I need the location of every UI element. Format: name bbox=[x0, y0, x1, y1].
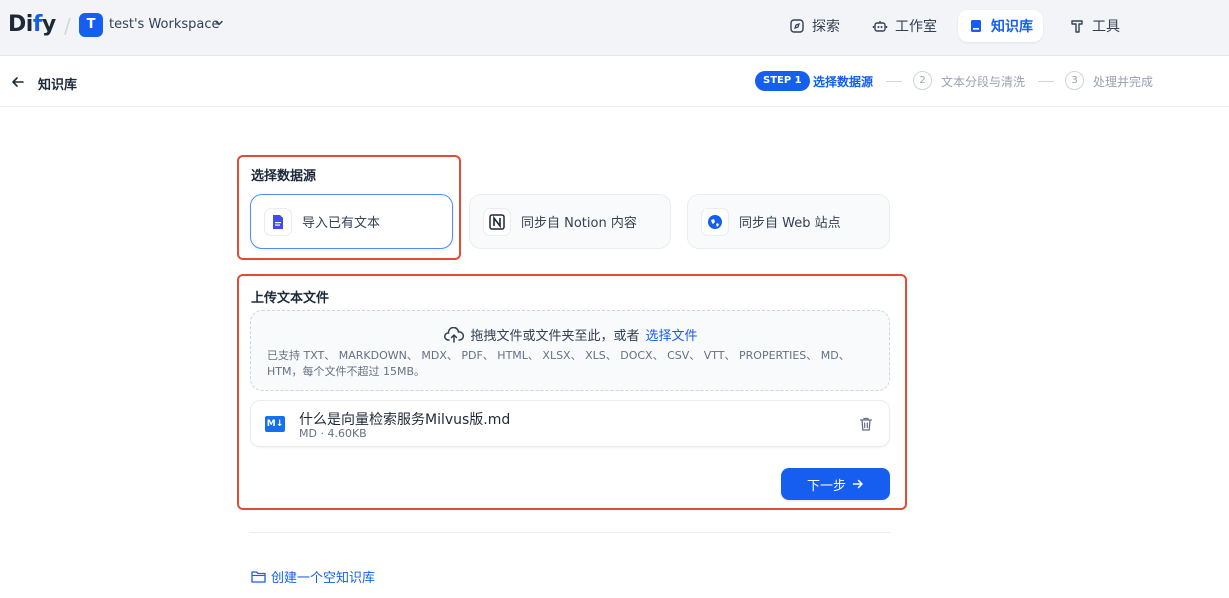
globe-icon bbox=[701, 207, 729, 236]
select-file-link[interactable]: 选择文件 bbox=[646, 325, 698, 344]
nav-explore-label: 探索 bbox=[812, 19, 840, 35]
drop-text: 拖拽文件或文件夹至此，或者 bbox=[470, 329, 640, 344]
section-divider bbox=[250, 532, 890, 533]
workspace-avatar[interactable]: T bbox=[79, 13, 103, 37]
step-2-number: 2 bbox=[913, 71, 932, 90]
file-text-icon bbox=[264, 207, 292, 236]
step-connector bbox=[886, 81, 902, 82]
step-connector bbox=[1038, 81, 1054, 82]
top-navigation-bar: Dify / T test's Workspace 探索 工作室 知识库 工具 bbox=[0, 0, 1229, 56]
step-1-badge: STEP 1 bbox=[755, 71, 810, 91]
nav-knowledge-label: 知识库 bbox=[991, 19, 1033, 35]
cloud-upload-icon bbox=[444, 326, 465, 343]
compass-icon bbox=[790, 19, 804, 33]
hammer-icon bbox=[1071, 20, 1083, 33]
datasource-option-file-label: 导入已有文本 bbox=[302, 216, 381, 231]
step-1-label: 选择数据源 bbox=[813, 75, 874, 89]
nav-studio[interactable]: 工作室 bbox=[862, 10, 947, 42]
book-icon bbox=[971, 20, 981, 32]
nav-knowledge[interactable]: 知识库 bbox=[958, 10, 1043, 42]
datasource-option-file[interactable]: 导入已有文本 bbox=[250, 194, 453, 249]
workspace-name[interactable]: test's Workspace bbox=[109, 17, 220, 32]
create-empty-dataset-label: 创建一个空知识库 bbox=[271, 571, 376, 586]
step-2-label: 文本分段与清洗 bbox=[941, 75, 1026, 89]
step-3-label: 处理并完成 bbox=[1093, 75, 1154, 89]
uploaded-file-item[interactable]: M↓ 什么是向量检索服务Milvus版.md MD · 4.60KB bbox=[250, 400, 890, 447]
datasource-option-web-label: 同步自 Web 站点 bbox=[739, 216, 841, 231]
arrow-right-icon bbox=[852, 479, 863, 489]
datasource-option-notion-label: 同步自 Notion 内容 bbox=[521, 216, 637, 231]
trash-icon[interactable] bbox=[858, 416, 874, 432]
nav-tools[interactable]: 工具 bbox=[1059, 10, 1130, 42]
file-meta: MD · 4.60KB bbox=[299, 427, 367, 440]
robot-icon bbox=[872, 21, 888, 32]
next-step-label: 下一步 bbox=[806, 478, 846, 494]
supported-formats-text: 已支持 TXT、 MARKDOWN、 MDX、 PDF、 HTML、 XLSX、… bbox=[267, 349, 850, 378]
datasource-option-notion[interactable]: 同步自 Notion 内容 bbox=[469, 194, 671, 249]
divider-slash: / bbox=[64, 14, 71, 38]
back-label[interactable]: 知识库 bbox=[38, 74, 77, 93]
datasource-option-web[interactable]: 同步自 Web 站点 bbox=[687, 194, 890, 249]
nav-explore[interactable]: 探索 bbox=[779, 10, 850, 42]
file-drop-zone[interactable]: 拖拽文件或文件夹至此，或者 选择文件 已支持 TXT、 MARKDOWN、 MD… bbox=[250, 310, 890, 391]
drop-instructions: 拖拽文件或文件夹至此，或者 选择文件 bbox=[251, 325, 891, 344]
create-dataset-header: 知识库 STEP 1 选择数据源 2 文本分段与清洗 3 处理并完成 bbox=[0, 57, 1229, 107]
nav-studio-label: 工作室 bbox=[895, 19, 937, 35]
file-name: 什么是向量检索服务Milvus版.md bbox=[299, 412, 511, 428]
notion-icon bbox=[483, 207, 511, 236]
chevron-down-icon[interactable] bbox=[214, 18, 224, 28]
back-arrow-icon[interactable] bbox=[11, 75, 25, 89]
nav-tools-label: 工具 bbox=[1092, 19, 1120, 35]
step-3-number: 3 bbox=[1065, 71, 1084, 90]
markdown-file-icon: M↓ bbox=[265, 416, 285, 432]
upload-title: 上传文本文件 bbox=[251, 291, 330, 306]
folder-icon bbox=[251, 571, 266, 583]
datasource-title: 选择数据源 bbox=[251, 169, 317, 184]
dify-logo[interactable]: Dify bbox=[8, 12, 56, 37]
next-step-button[interactable]: 下一步 bbox=[781, 468, 890, 500]
create-empty-dataset-link[interactable]: 创建一个空知识库 bbox=[251, 567, 375, 586]
